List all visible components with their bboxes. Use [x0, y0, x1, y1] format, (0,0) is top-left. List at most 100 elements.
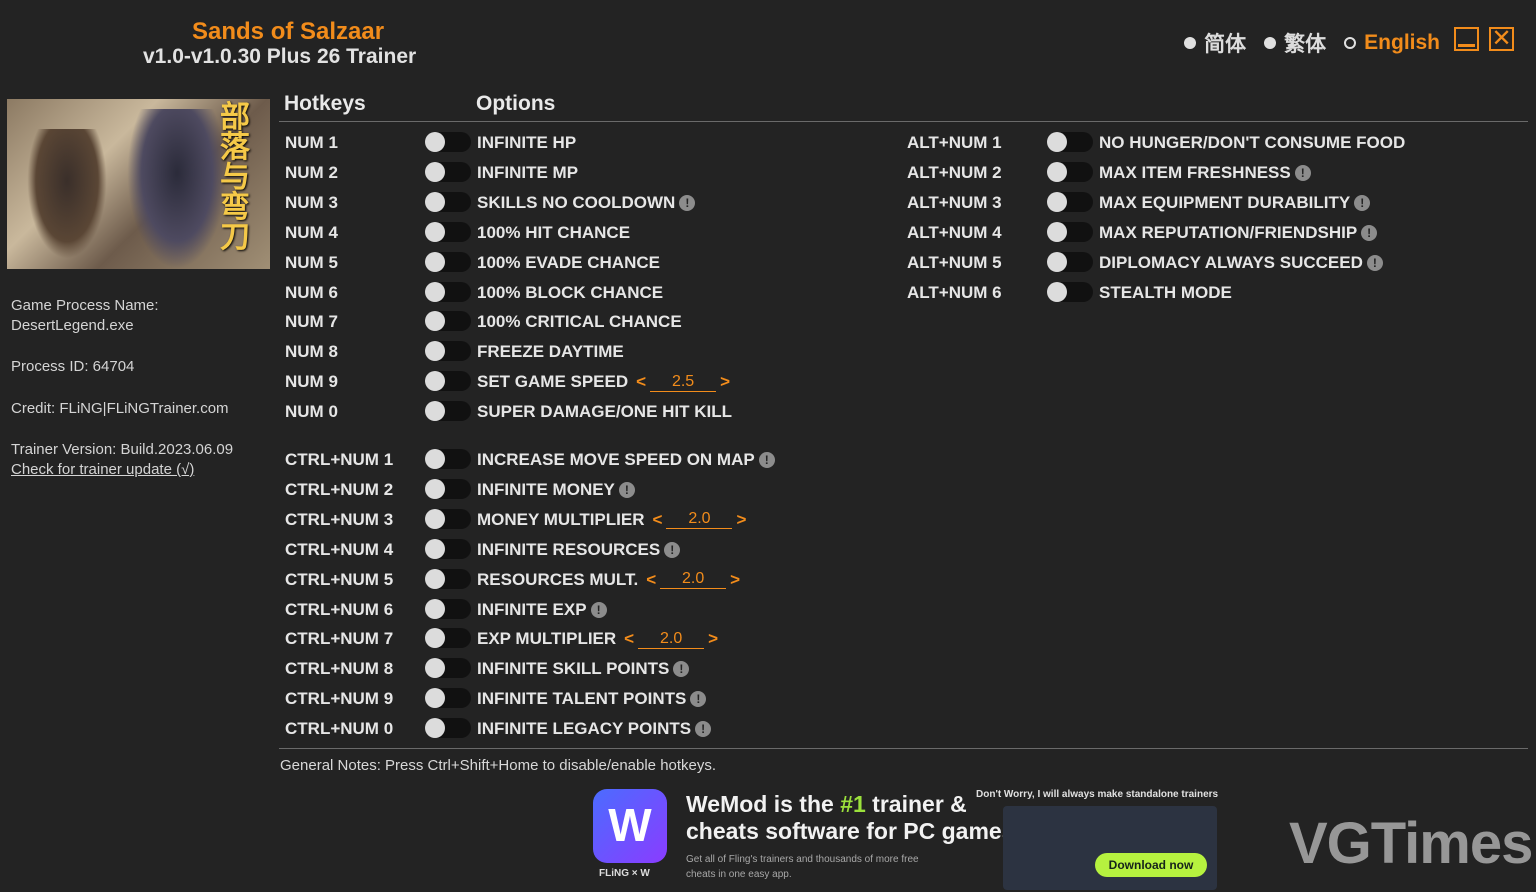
toggle-switch[interactable]: [1047, 221, 1093, 242]
increase-arrow-icon[interactable]: >: [730, 570, 740, 590]
option-text: 100% CRITICAL CHANCE: [477, 312, 682, 332]
option-text: FREEZE DAYTIME: [477, 342, 624, 362]
lang-label: 简体: [1204, 33, 1247, 56]
value-input[interactable]: 2.5: [650, 373, 717, 392]
option-text: SKILLS NO COOLDOWN: [477, 192, 676, 212]
toggle-switch[interactable]: [425, 341, 471, 362]
decrease-arrow-icon[interactable]: <: [646, 570, 656, 590]
info-icon[interactable]: !: [695, 721, 712, 738]
info-icon[interactable]: !: [1361, 224, 1378, 241]
info-icon[interactable]: !: [664, 541, 681, 558]
option-label: INFINITE MP: [477, 163, 578, 183]
options-header: Options: [476, 92, 556, 115]
toggle-switch[interactable]: [425, 132, 471, 152]
ad-headline-c: trainer &: [865, 791, 967, 817]
info-icon[interactable]: !: [679, 194, 696, 211]
option-label: INFINITE TALENT POINTS!: [477, 689, 707, 709]
increase-arrow-icon[interactable]: >: [708, 629, 718, 649]
game-title: Sands of Salzaar: [192, 18, 385, 45]
toggle-switch[interactable]: [425, 371, 471, 392]
option-label: MONEY MULTIPLIER <2.0 >: [477, 510, 746, 530]
toggle-switch[interactable]: [425, 568, 471, 589]
hotkey-label: ALT+NUM 2: [907, 162, 1002, 182]
hotkey-label: ALT+NUM 4: [907, 222, 1002, 242]
info-icon[interactable]: !: [690, 691, 707, 708]
option-label: INFINITE EXP!: [477, 600, 607, 620]
toggle-switch[interactable]: [1047, 161, 1093, 182]
minimize-button[interactable]: [1454, 27, 1479, 51]
close-button[interactable]: ✕: [1489, 27, 1514, 51]
hotkey-label: NUM 6: [285, 282, 338, 302]
option-text: MAX REPUTATION/FRIENDSHIP: [1099, 222, 1358, 242]
toggle-switch[interactable]: [425, 658, 471, 679]
increase-arrow-icon[interactable]: >: [720, 372, 730, 392]
hotkey-label: NUM 3: [285, 192, 338, 212]
toggle-switch[interactable]: [425, 251, 471, 272]
toggle-switch[interactable]: [425, 688, 471, 709]
value-spinner: <2.0 >: [653, 510, 746, 530]
info-icon[interactable]: !: [1294, 164, 1311, 181]
toggle-switch[interactable]: [425, 281, 471, 302]
info-icon[interactable]: !: [758, 452, 775, 468]
general-notes: General Notes: Press Ctrl+Shift+Home to …: [280, 757, 717, 774]
info-icon[interactable]: !: [590, 601, 607, 618]
game-cover-image: 部落与弯刀: [7, 99, 270, 269]
toggle-switch[interactable]: [425, 508, 471, 529]
option-text: 100% BLOCK CHANCE: [477, 282, 664, 302]
option-label: INCREASE MOVE SPEED ON MAP!: [477, 450, 775, 470]
lang-traditional-chinese[interactable]: 繁体: [1264, 28, 1326, 58]
download-now-button[interactable]: Download now: [1095, 853, 1207, 877]
info-icon[interactable]: !: [1354, 194, 1371, 211]
toggle-switch[interactable]: [425, 718, 471, 739]
hotkey-label: ALT+NUM 3: [907, 192, 1002, 212]
toggle-switch[interactable]: [425, 598, 471, 619]
decrease-arrow-icon[interactable]: <: [636, 372, 646, 392]
toggle-switch[interactable]: [425, 628, 471, 649]
value-spinner: <2.5 >: [636, 372, 730, 392]
option-text: SET GAME SPEED: [477, 372, 629, 392]
value-input[interactable]: 2.0: [638, 630, 705, 649]
value-spinner: <2.0 >: [646, 570, 740, 590]
hotkey-label: ALT+NUM 5: [907, 252, 1002, 272]
increase-arrow-icon[interactable]: >: [736, 510, 746, 530]
toggle-switch[interactable]: [425, 311, 471, 332]
option-label: SET GAME SPEED <2.5 >: [477, 372, 730, 392]
toggle-switch[interactable]: [425, 161, 471, 182]
wemod-ad-banner[interactable]: W FLiNG × W WeMod is the #1 trainer & ch…: [593, 786, 1223, 892]
toggle-switch[interactable]: [1047, 251, 1093, 272]
option-text: SUPER DAMAGE/ONE HIT KILL: [477, 402, 733, 422]
info-icon[interactable]: !: [618, 481, 635, 498]
ad-headline: WeMod is the #1 trainer & cheats softwar…: [686, 791, 1015, 845]
toggle-switch[interactable]: [425, 478, 471, 499]
ad-headline-a: WeMod is the: [686, 791, 841, 817]
lang-english[interactable]: English: [1344, 31, 1440, 55]
option-text: NO HUNGER/DON'T CONSUME FOOD: [1099, 133, 1406, 152]
info-icon[interactable]: !: [1366, 254, 1383, 271]
toggle-switch[interactable]: [1047, 191, 1093, 212]
decrease-arrow-icon[interactable]: <: [624, 629, 634, 649]
option-text: STEALTH MODE: [1099, 282, 1232, 302]
lang-simplified-chinese[interactable]: 简体: [1184, 28, 1246, 58]
toggle-switch[interactable]: [425, 538, 471, 559]
value-input[interactable]: 2.0: [666, 510, 733, 530]
footer-divider: [279, 748, 1528, 749]
toggle-switch[interactable]: [425, 191, 471, 212]
toggle-switch[interactable]: [425, 401, 471, 422]
trainer-title: v1.0-v1.0.30 Plus 26 Trainer: [143, 45, 417, 68]
value-input[interactable]: 2.0: [660, 570, 727, 590]
update-link[interactable]: Check for trainer update (√): [11, 460, 194, 480]
option-label: INFINITE MONEY!: [477, 480, 635, 500]
cover-calligraphy: 部落与弯刀: [220, 100, 250, 255]
option-text: INFINITE RESOURCES: [477, 539, 661, 559]
toggle-switch[interactable]: [1047, 132, 1093, 152]
toggle-switch[interactable]: [425, 221, 471, 242]
decrease-arrow-icon[interactable]: <: [653, 510, 663, 530]
toggle-switch[interactable]: [425, 449, 471, 469]
toggle-switch[interactable]: [1047, 281, 1093, 302]
option-text: RESOURCES MULT.: [477, 569, 639, 589]
ad-brand: FLiNG × W: [599, 868, 650, 879]
process-id: Process ID: 64704: [11, 358, 135, 375]
option-label: INFINITE LEGACY POINTS!: [477, 719, 712, 739]
hotkey-label: CTRL+NUM 6: [285, 599, 394, 619]
info-icon[interactable]: !: [673, 661, 690, 678]
